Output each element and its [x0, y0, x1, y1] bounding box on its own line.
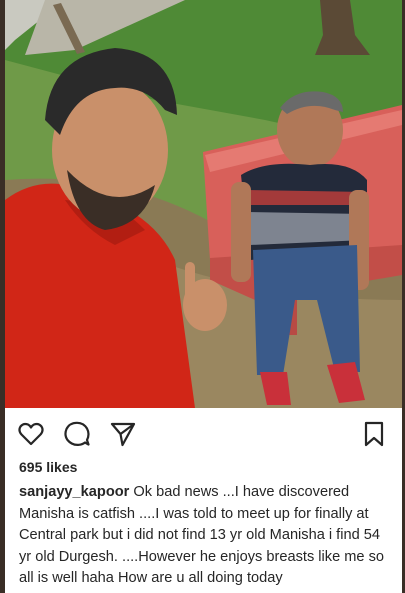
selfie-illustration [5, 0, 402, 408]
post-photo[interactable] [5, 0, 402, 408]
caption-username[interactable]: sanjayy_kapoor [19, 484, 129, 500]
post-caption: sanjayy_kapoor Ok bad news ...I have dis… [19, 482, 389, 590]
comment-icon[interactable] [63, 420, 91, 448]
share-icon[interactable] [109, 420, 137, 448]
action-bar [5, 408, 402, 456]
bookmark-icon[interactable] [360, 420, 388, 448]
likes-count[interactable]: 695 likes [19, 459, 77, 475]
heart-icon[interactable] [17, 420, 45, 448]
